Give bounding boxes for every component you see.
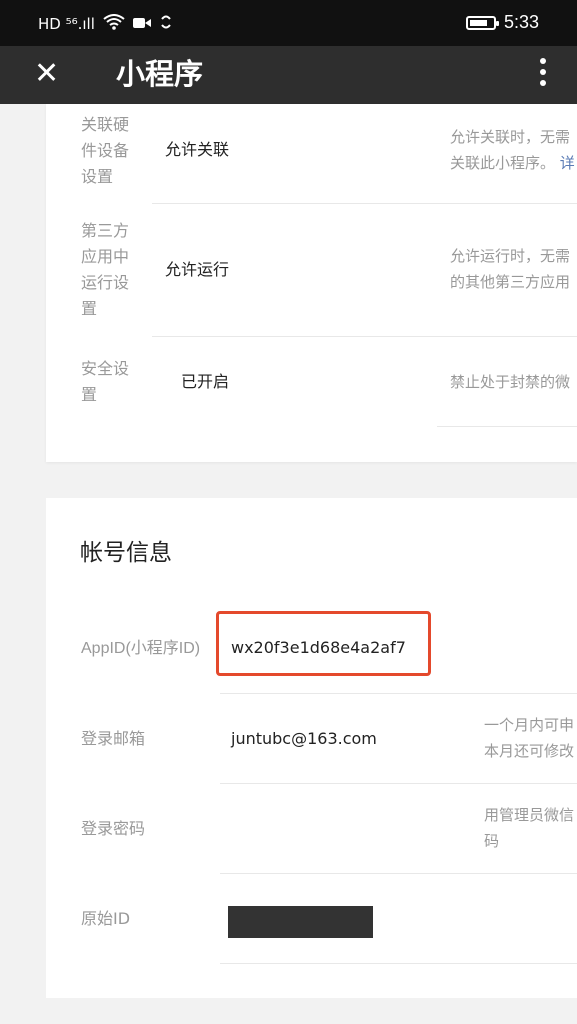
setting-label-thirdparty: 第三方 应用中 运行设 置: [81, 221, 130, 318]
divider: [220, 873, 577, 874]
appid-value[interactable]: wx20f3e1d68e4a2af7: [231, 636, 406, 660]
setting-desc-thirdparty: 允许运行时，无需 的其他第三方应用: [450, 247, 571, 291]
password-label: 登录密码: [81, 819, 146, 838]
password-desc: 用管理员微信 码: [484, 806, 575, 850]
clock: 5:33: [503, 12, 539, 32]
divider: [220, 963, 577, 964]
sync-icon: [159, 14, 173, 34]
setting-desc-device: 允许关联时，无需 关联此小程序。 详: [450, 128, 575, 172]
divider: [437, 426, 577, 427]
setting-value-security: 已开启: [181, 372, 230, 391]
status-right: 5:33: [465, 12, 539, 33]
section-title: 帐号信息: [80, 540, 172, 566]
original-id-label: 原始ID: [81, 909, 131, 928]
video-icon: [132, 15, 151, 33]
status-bar: HD ⁵⁶.ıll 5:33: [0, 0, 577, 46]
setting-label-security: 安全设 置: [81, 359, 130, 404]
email-desc: 一个月内可申 本月还可修改: [484, 716, 575, 760]
details-link[interactable]: 详: [560, 154, 575, 172]
status-left: HD ⁵⁶.ıll: [38, 14, 173, 34]
email-label: 登录邮箱: [81, 729, 146, 748]
page-title: 小程序: [116, 57, 204, 91]
setting-value-device: 允许关联: [165, 140, 230, 159]
divider: [220, 783, 577, 784]
appid-label: AppID(小程序ID): [81, 640, 201, 657]
redacted-value: [228, 906, 373, 938]
more-options-icon[interactable]: [539, 58, 547, 86]
network-indicators: HD ⁵⁶.ıll: [38, 15, 95, 33]
battery-icon: [465, 15, 499, 30]
close-icon[interactable]: ✕: [34, 56, 59, 92]
divider: [220, 693, 577, 694]
divider: [152, 336, 577, 337]
setting-label-device: 关联硬 件设备 设置: [81, 115, 130, 186]
setting-value-thirdparty: 允许运行: [165, 260, 230, 279]
title-bar: ✕ 小程序: [0, 46, 577, 104]
wifi-icon: [103, 14, 125, 34]
divider: [152, 203, 577, 204]
email-value: juntubc@163.com: [231, 729, 377, 748]
setting-desc-security: 禁止处于封禁的微: [450, 373, 571, 391]
